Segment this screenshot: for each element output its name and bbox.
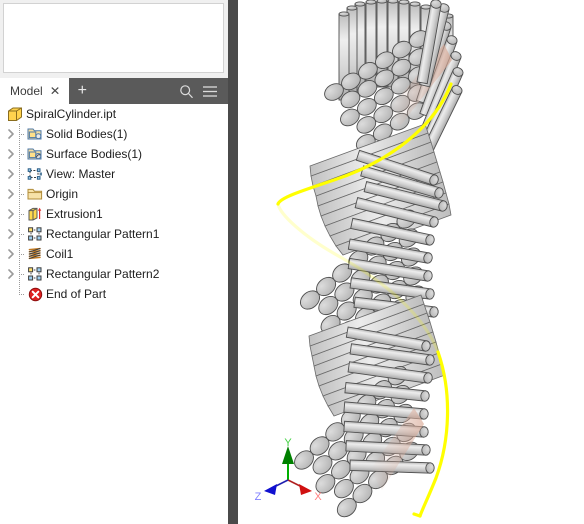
- cad-application-window: Model ✕ + SpiralCylinder.ipt Solid Bodie…: [0, 0, 584, 524]
- axis-label-z: Z: [255, 491, 262, 503]
- chevron-right-icon[interactable]: [4, 224, 17, 244]
- tree-row-label: Origin: [46, 187, 79, 201]
- hamburger-menu-icon[interactable]: [198, 85, 222, 98]
- axis-triad: Y X Z: [248, 434, 328, 514]
- solid-bodies-folder-icon: [26, 126, 44, 142]
- tab-model[interactable]: Model ✕: [0, 78, 69, 104]
- tree-connector: [17, 124, 26, 144]
- tree-connector: [17, 264, 26, 284]
- chevron-right-icon[interactable]: [4, 244, 17, 264]
- axis-label-x: X: [314, 491, 322, 503]
- tree-row-label: SpiralCylinder.ipt: [26, 107, 117, 121]
- tree-connector: [17, 284, 26, 304]
- tree-row[interactable]: Solid Bodies(1): [0, 124, 228, 144]
- tree-row[interactable]: Rectangular Pattern2: [0, 264, 228, 284]
- upper-properties-panel: [0, 0, 228, 78]
- tab-bar-tools: [174, 78, 228, 104]
- panel-splitter[interactable]: [228, 0, 238, 524]
- tree-connector: [17, 244, 26, 264]
- tree-row-label: Surface Bodies(1): [46, 147, 143, 161]
- chevron-right-icon[interactable]: [4, 144, 17, 164]
- rectangular-pattern-icon: [26, 266, 44, 282]
- tree-connector: [17, 204, 26, 224]
- tree-row-label: View: Master: [46, 167, 116, 181]
- browser-tab-bar: Model ✕ +: [0, 78, 228, 104]
- tree-row-label: End of Part: [46, 287, 107, 301]
- part-document-icon: [6, 106, 24, 122]
- tree-row[interactable]: Extrusion1: [0, 204, 228, 224]
- surface-bodies-folder-icon: [26, 146, 44, 162]
- view-master-icon: [26, 166, 44, 182]
- tab-model-label: Model: [10, 84, 43, 98]
- tree-row-label: Coil1: [46, 247, 74, 261]
- axis-label-y: Y: [284, 437, 292, 449]
- tree-row-label: Rectangular Pattern1: [46, 227, 160, 241]
- tree-row[interactable]: Rectangular Pattern1: [0, 224, 228, 244]
- end-of-part-icon: [26, 286, 44, 302]
- extrusion-icon: [26, 206, 44, 222]
- tree-row-label: Extrusion1: [46, 207, 103, 221]
- tree-row[interactable]: View: Master: [0, 164, 228, 184]
- close-icon[interactable]: ✕: [49, 85, 60, 97]
- tree-row[interactable]: End of Part: [0, 284, 228, 304]
- tab-bar-spacer: [96, 78, 174, 104]
- tree-row[interactable]: Surface Bodies(1): [0, 144, 228, 164]
- tree-row[interactable]: Coil1: [0, 244, 228, 264]
- model-viewport-3d[interactable]: Y X Z: [238, 0, 584, 524]
- tree-row[interactable]: Origin: [0, 184, 228, 204]
- tree-row[interactable]: SpiralCylinder.ipt: [0, 104, 228, 124]
- tree-connector: [17, 184, 26, 204]
- add-tab-button[interactable]: +: [68, 78, 96, 104]
- left-dock-panel: Model ✕ + SpiralCylinder.ipt Solid Bodie…: [0, 0, 228, 524]
- upper-panel-content[interactable]: [3, 3, 224, 73]
- tree-row-label: Rectangular Pattern2: [46, 267, 160, 281]
- chevron-right-icon[interactable]: [4, 264, 17, 284]
- tree-connector: [17, 164, 26, 184]
- tree-row-label: Solid Bodies(1): [46, 127, 128, 141]
- chevron-right-icon[interactable]: [4, 164, 17, 184]
- chevron-right-icon[interactable]: [4, 204, 17, 224]
- tree-connector: [17, 144, 26, 164]
- origin-folder-icon: [26, 186, 44, 202]
- search-icon[interactable]: [174, 84, 198, 99]
- coil-icon: [26, 246, 44, 262]
- model-browser-tree[interactable]: SpiralCylinder.ipt Solid Bodies(1) Surfa…: [0, 104, 228, 524]
- tree-connector: [17, 224, 26, 244]
- chevron-right-icon[interactable]: [4, 184, 17, 204]
- rectangular-pattern-icon: [26, 226, 44, 242]
- chevron-right-icon[interactable]: [4, 124, 17, 144]
- tree-leaf-spacer: [4, 284, 17, 304]
